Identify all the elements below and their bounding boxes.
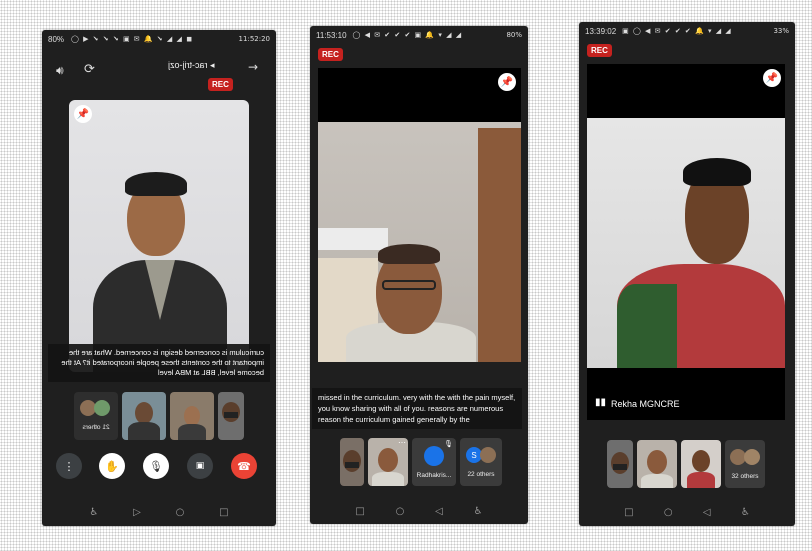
thumb-body: [641, 474, 673, 488]
phone-screen-3: 13:39:02 ▣ ◯ ◀ ✉ ✔ ✔ ✔ 🔔 ▾ ◢ ◢ 33% REC 📌…: [579, 22, 795, 526]
home-circle-icon[interactable]: ○: [396, 506, 405, 517]
participant-thumb[interactable]: ⋯: [368, 438, 408, 486]
more-options-button[interactable]: ⋮: [56, 453, 82, 479]
participant-thumb[interactable]: [607, 440, 633, 488]
status-time: 11:52:20: [238, 35, 270, 43]
raise-hand-button[interactable]: ✋: [99, 453, 125, 479]
phone-screen-2: 11:53:10 ◯ ◀ ✉ ✔ ✔ ✔ ▣ 🔔 ▾ ◢ ◢ 80% REC 📌…: [310, 26, 528, 524]
thumb-face: [378, 448, 398, 472]
home-circle-icon[interactable]: ○: [664, 507, 673, 518]
person-hair: [683, 158, 751, 186]
back-triangle-icon[interactable]: ▷: [133, 507, 141, 518]
mask: [345, 462, 359, 468]
participant-thumb[interactable]: 🎙 Radhakris...: [412, 438, 456, 486]
glasses: [382, 280, 436, 290]
participant-thumb[interactable]: [170, 392, 214, 440]
others-tile[interactable]: S 22 others: [460, 438, 502, 486]
thumb-face: [611, 452, 629, 474]
status-bar: 13:39:02 ▣ ◯ ◀ ✉ ✔ ✔ ✔ 🔔 ▾ ◢ ◢ 33%: [579, 24, 795, 38]
status-bar: 11:53:10 ◯ ◀ ✉ ✔ ✔ ✔ ▣ 🔔 ▾ ◢ ◢ 80%: [310, 28, 528, 42]
others-count: 32 others: [731, 473, 759, 480]
mask: [224, 412, 238, 418]
main-video-tile[interactable]: 📌 ▮▮ Rekha MGNCRE: [587, 64, 785, 420]
recents-square-icon[interactable]: □: [355, 506, 364, 517]
thumb-face: [184, 406, 200, 426]
thumb-face: [647, 450, 667, 474]
android-nav-bar: □ ○ ◁ ♿: [579, 502, 795, 522]
battery-indicator: 33%: [773, 27, 789, 35]
thumb-body: [372, 472, 404, 486]
status-time: 13:39:02: [585, 26, 617, 36]
participant-thumb[interactable]: [681, 440, 721, 488]
thumb-face: [692, 450, 710, 472]
muted-mic-icon: 🎙: [444, 440, 453, 448]
speaker-name: Rekha MGNCRE: [611, 399, 680, 409]
recents-square-icon[interactable]: □: [624, 507, 633, 518]
participant-thumb[interactable]: [340, 438, 364, 486]
back-triangle-icon[interactable]: ◁: [435, 506, 443, 517]
speaking-indicator: ▮▮: [595, 397, 607, 408]
pin-icon[interactable]: 📌: [498, 73, 516, 91]
rec-badge: REC: [587, 44, 612, 57]
thumb-body: [178, 424, 206, 440]
main-video-tile[interactable]: 📌: [318, 68, 521, 362]
android-nav-bar: ♿ ▷ ○ □: [42, 502, 276, 522]
rec-badge: REC: [208, 78, 233, 91]
avatar: [424, 446, 444, 466]
home-circle-icon[interactable]: ○: [176, 507, 185, 518]
pin-icon[interactable]: 📌: [763, 69, 781, 87]
back-arrow-icon[interactable]: →: [248, 60, 258, 74]
saree-border: [617, 284, 677, 368]
pin-icon[interactable]: 📌: [74, 105, 92, 123]
others-count: 21 others: [82, 424, 110, 431]
status-icons: ◯ ◀ ✉ ✔ ✔ ✔ ▣ 🔔 ▾ ◢ ◢: [352, 31, 463, 39]
others-count: 22 others: [467, 471, 495, 478]
accessibility-icon[interactable]: ♿: [741, 507, 750, 518]
participant-thumb[interactable]: [218, 392, 244, 440]
thumb-face: [135, 402, 153, 424]
avatar: [94, 400, 110, 416]
switch-camera-icon[interactable]: ⟳: [84, 62, 95, 77]
live-caption: curriculum is concerned design is concer…: [48, 344, 270, 382]
more-icon[interactable]: ⋯: [398, 438, 406, 447]
status-icons: ◼ ◣ ◣ ✔ 🔔 ✉ ▣ ✔ ✔ ✔ ◀ ◯: [70, 35, 192, 43]
person-hair: [378, 244, 440, 264]
end-call-button[interactable]: ☎: [231, 453, 257, 479]
accessibility-icon[interactable]: ♿: [89, 507, 98, 518]
battery-indicator: 80%: [506, 31, 522, 39]
avatar: [480, 447, 496, 463]
battery-indicator: 80%: [48, 34, 65, 44]
thumb-face: [343, 450, 361, 472]
thumb-body: [128, 422, 160, 440]
live-caption: missed in the curriculum. very with the …: [312, 388, 522, 429]
person-hair: [125, 172, 187, 196]
android-nav-bar: □ ○ ◁ ♿: [310, 501, 528, 521]
status-time: 11:53:10: [316, 30, 347, 40]
room-door: [478, 128, 521, 362]
thumb-body: [687, 472, 715, 488]
meeting-code[interactable]: rac-trij-ozj ◂: [168, 60, 215, 71]
avatar: [744, 449, 760, 465]
camera-toggle-button[interactable]: ▣: [187, 453, 213, 479]
recents-square-icon[interactable]: □: [219, 507, 228, 518]
mute-mic-button[interactable]: 🎙: [143, 453, 169, 479]
air-conditioner: [318, 228, 388, 250]
rec-badge: REC: [318, 48, 343, 61]
participant-thumb[interactable]: [637, 440, 677, 488]
others-tile[interactable]: 21 others: [74, 392, 118, 440]
back-triangle-icon[interactable]: ◁: [703, 507, 711, 518]
phone-screen-1: 80% ◼ ◣ ◣ ✔ 🔔 ✉ ▣ ✔ ✔ ✔ ◀ ◯ 11:52:20 🕪 ⟳…: [42, 30, 276, 526]
main-video-tile[interactable]: 📌: [69, 100, 249, 372]
status-icons: ▣ ◯ ◀ ✉ ✔ ✔ ✔ 🔔 ▾ ◢ ◢: [622, 27, 732, 35]
others-tile[interactable]: 32 others: [725, 440, 765, 488]
status-bar: 80% ◼ ◣ ◣ ✔ 🔔 ✉ ▣ ✔ ✔ ✔ ◀ ◯ 11:52:20: [42, 32, 276, 46]
participant-thumb[interactable]: [122, 392, 166, 440]
mask: [613, 464, 627, 470]
accessibility-icon[interactable]: ♿: [474, 506, 483, 517]
participant-name: Radhakris...: [416, 472, 452, 479]
speaker-icon[interactable]: 🕪: [56, 63, 64, 78]
